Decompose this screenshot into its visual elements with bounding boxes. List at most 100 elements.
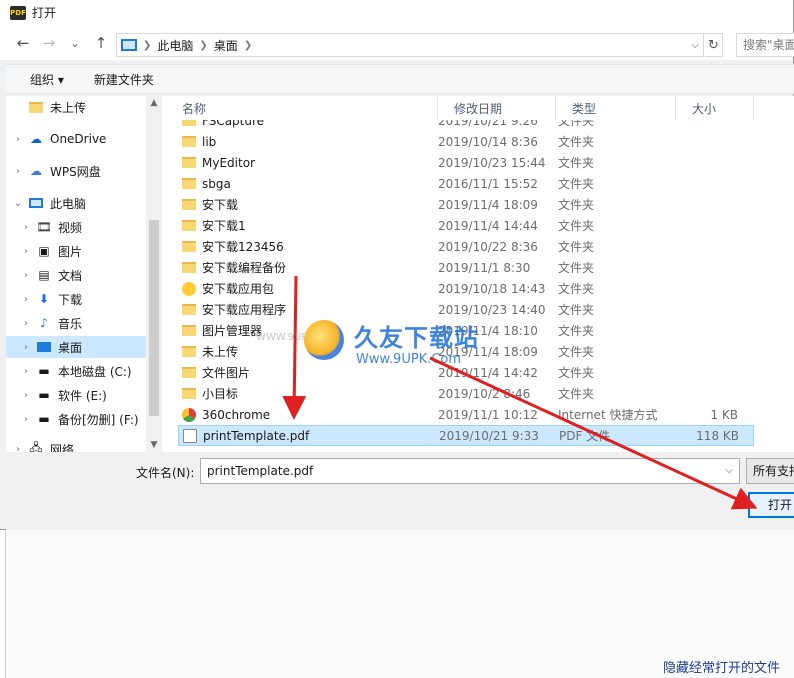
chevron-right-icon[interactable]: › [20, 270, 32, 281]
address-bar[interactable]: ❯ 此电脑 ❯ 桌面 ❯ ⌵ [116, 33, 704, 57]
folder-icon [182, 367, 196, 378]
chevron-down-icon[interactable]: ⌵ [725, 459, 733, 483]
file-row[interactable]: 安下载1 2019/11/4 14:44 文件夹 [178, 215, 754, 236]
chevron-right-icon[interactable]: › [20, 318, 32, 329]
file-row[interactable]: 安下载123456 2019/10/22 8:36 文件夹 [178, 236, 754, 257]
chevron-down-icon[interactable]: ⌄ [12, 198, 24, 209]
chevron-down-icon[interactable]: ⌵ [691, 40, 699, 51]
file-row[interactable]: 安下载 2019/11/4 18:09 文件夹 [178, 194, 754, 215]
file-list: ⌃ 名称 修改日期 类型 大小 FSCapture 2019/10/21 9:26… [166, 96, 794, 452]
file-row[interactable]: MyEditor 2019/10/23 15:44 文件夹 [178, 152, 754, 173]
file-row[interactable]: printTemplate.pdf 2019/10/21 9:33 PDF 文件 11… [178, 425, 754, 446]
file-name: MyEditor [202, 155, 255, 170]
sidebar-item-onedrive[interactable]: › ☁ OneDrive [6, 128, 146, 150]
file-row[interactable]: 安下载编程备份 2019/11/1 8:30 文件夹 [178, 257, 754, 278]
sidebar-item-label: 文档 [58, 268, 83, 283]
file-row[interactable]: FSCapture 2019/10/21 9:26 文件夹 [178, 120, 754, 131]
folder-icon [182, 346, 196, 357]
column-header-date[interactable]: 修改日期 [438, 96, 556, 120]
file-row[interactable]: lib 2019/10/14 8:36 文件夹 [178, 131, 754, 152]
sidebar-item-pictures[interactable]: › ▣ 图片 [6, 240, 146, 262]
file-row[interactable]: 小目标 2019/10/2 8:46 文件夹 [178, 383, 754, 404]
open-file-dialog: PDF 打开 ← → ⌄ ↑ ❯ 此电脑 ❯ 桌面 ❯ ⌵ ↻ 搜索"桌面" 组… [0, 0, 794, 530]
sidebar-item-label: OneDrive [50, 132, 107, 146]
sidebar-item-drive-e[interactable]: › ▬ 软件 (E:) [6, 384, 146, 406]
file-row[interactable]: 文件图片 2019/11/4 14:42 文件夹 [178, 362, 754, 383]
title-bar: PDF 打开 [0, 0, 793, 26]
back-arrow-icon[interactable]: ← [10, 34, 36, 52]
sort-ascending-icon: ⌃ [302, 96, 310, 101]
column-header-size[interactable]: 大小 [676, 96, 754, 120]
file-name: 安下载应用程序 [202, 303, 287, 317]
chevron-right-icon[interactable]: › [20, 414, 32, 425]
chevron-right-icon[interactable]: › [20, 342, 32, 353]
file-date-cell: 2019/11/1 10:12 [438, 407, 538, 422]
chevron-right-icon[interactable]: › [20, 246, 32, 257]
file-date-cell: 2019/10/21 9:33 [439, 428, 539, 443]
file-date-cell: 2019/11/1 8:30 [438, 260, 531, 275]
sidebar-item-drive-f[interactable]: › ▬ 备份[勿删] (F:) [6, 408, 146, 430]
file-name-cell: 安下载123456 [178, 238, 438, 255]
chevron-right-icon[interactable]: › [12, 166, 24, 177]
sidebar-item-unuploaded[interactable]: 未上传 [6, 96, 146, 118]
recent-locations-chevron-icon[interactable]: ⌄ [62, 37, 88, 50]
music-icon: ♪ [40, 316, 48, 330]
file-name-cell: 安下载1 [178, 217, 438, 234]
refresh-icon[interactable]: ↻ [705, 33, 723, 57]
sidebar-item-drive-c[interactable]: › ▬ 本地磁盘 (C:) [6, 360, 146, 382]
file-row[interactable]: 图片管理器 2019/11/4 18:10 文件夹 [178, 320, 754, 341]
file-name: 安下载1 [202, 219, 246, 233]
folder-icon [182, 120, 196, 126]
scroll-up-icon[interactable]: ▲ [146, 98, 162, 108]
sidebar-scrollbar[interactable]: ▲ ▼ [146, 96, 162, 452]
file-name: lib [202, 134, 217, 149]
sidebar-item-desktop[interactable]: › 桌面 [6, 336, 146, 358]
file-type-cell: 文件夹 [558, 198, 595, 212]
file-row[interactable]: sbga 2016/11/1 15:52 文件夹 [178, 173, 754, 194]
file-date-cell: 2019/10/23 15:44 [438, 155, 546, 170]
sidebar-item-label: 音乐 [58, 316, 83, 331]
breadcrumb-this-pc[interactable]: 此电脑 [157, 37, 193, 54]
file-type-cell: 文件夹 [558, 303, 595, 317]
sidebar-item-documents[interactable]: › ▤ 文档 [6, 264, 146, 286]
hide-frequent-files-link[interactable]: 隐藏经常打开的文件 [663, 657, 780, 676]
new-folder-button[interactable]: 新建文件夹 [94, 71, 154, 88]
folder-icon [182, 304, 196, 315]
chevron-right-icon[interactable]: › [20, 294, 32, 305]
sidebar-item-label: 此电脑 [50, 196, 87, 211]
file-row[interactable]: 未上传 2019/11/4 18:09 文件夹 [178, 341, 754, 362]
search-input[interactable]: 搜索"桌面" [736, 33, 794, 57]
file-row[interactable]: 安下载应用包 2019/10/18 14:43 文件夹 [178, 278, 754, 299]
chevron-right-icon[interactable]: › [20, 390, 32, 401]
file-size-cell: 118 KB [696, 428, 739, 443]
scrollbar-thumb[interactable] [149, 220, 159, 416]
chevron-right-icon[interactable]: › [12, 134, 24, 145]
file-row[interactable]: 360chrome 2019/11/1 10:12 Internet 快捷方式 1 K… [178, 404, 754, 425]
breadcrumb-separator-icon: ❯ [199, 39, 208, 51]
file-row[interactable]: 安下载应用程序 2019/10/23 14:40 文件夹 [178, 299, 754, 320]
file-name: FSCapture [202, 120, 265, 128]
organize-menu-button[interactable]: 组织 ▾ [30, 71, 64, 88]
open-button[interactable]: 打开 [748, 492, 794, 518]
sidebar-item-downloads[interactable]: › ⬇ 下载 [6, 288, 146, 310]
folder-icon [182, 262, 196, 273]
chevron-right-icon[interactable]: › [12, 444, 24, 453]
sidebar-item-wps-drive[interactable]: › ☁ WPS网盘 [6, 160, 146, 182]
sidebar-item-music[interactable]: › ♪ 音乐 [6, 312, 146, 334]
sidebar-item-this-pc[interactable]: ⌄ 此电脑 [6, 192, 146, 214]
file-name: 安下载应用包 [202, 282, 275, 296]
dialog-footer: 文件名(N): printTemplate.pdf ⌵ 所有支持 打开 [6, 452, 794, 530]
breadcrumb-desktop[interactable]: 桌面 [214, 37, 238, 54]
chevron-right-icon[interactable]: › [20, 366, 32, 377]
filetype-select[interactable]: 所有支持 [746, 458, 794, 484]
forward-arrow-icon[interactable]: → [36, 34, 62, 52]
filename-input[interactable]: printTemplate.pdf ⌵ [200, 458, 740, 484]
folder-icon [182, 199, 196, 210]
scroll-down-icon[interactable]: ▼ [146, 440, 162, 450]
chevron-right-icon[interactable]: › [20, 222, 32, 233]
sidebar-item-network[interactable]: › 🖧 网络 [6, 438, 146, 453]
column-header-type[interactable]: 类型 [556, 96, 676, 120]
sidebar-item-videos[interactable]: › 🎞 视频 [6, 216, 146, 238]
up-arrow-icon[interactable]: ↑ [88, 34, 114, 52]
file-type-cell: 文件夹 [558, 219, 595, 233]
